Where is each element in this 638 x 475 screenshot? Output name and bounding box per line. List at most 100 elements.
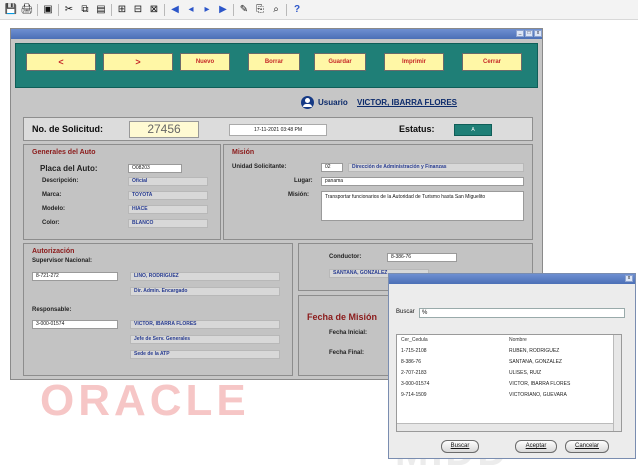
- place-field[interactable]: panama: [321, 177, 524, 186]
- oracle-watermark: ORACLE: [40, 376, 250, 425]
- attachment-icon[interactable]: ⎘: [253, 3, 267, 17]
- new-button[interactable]: Nuevo: [180, 53, 230, 71]
- dialog-titlebar: x: [389, 274, 635, 284]
- row-cedula: 8-386-76: [401, 359, 422, 365]
- dialog-search-label: Buscar: [396, 309, 415, 315]
- next-button[interactable]: >: [103, 53, 173, 71]
- close-icon[interactable]: x: [534, 30, 542, 37]
- remove-record-icon[interactable]: ⊟: [131, 3, 145, 17]
- row-nombre: RUBEN, RODRIGUEZ: [509, 348, 560, 354]
- model-value: HIACE: [128, 205, 208, 214]
- dialog-search-input[interactable]: %: [419, 308, 625, 318]
- clear-record-icon[interactable]: ⊠: [147, 3, 161, 17]
- color-value: BLANCO: [128, 219, 208, 228]
- row-cedula: 9-714-1509: [401, 392, 427, 398]
- unit-name-value: Dirección de Administración y Finanzas: [348, 163, 524, 172]
- model-label: Modelo:: [42, 206, 65, 212]
- vehicle-panel: Generales del Auto Placa del Auto: O0820…: [23, 144, 221, 240]
- toolbar-separator: [37, 4, 38, 16]
- save-icon[interactable]: 💾: [4, 3, 18, 17]
- end-date-label: Fecha Final:: [329, 350, 365, 356]
- place-label: Lugar:: [294, 178, 313, 184]
- color-label: Color:: [42, 220, 60, 226]
- close-button[interactable]: Cerrar: [462, 53, 522, 71]
- supervisor-label: Supervisor Nacional:: [32, 258, 93, 264]
- paste-icon[interactable]: ▤: [94, 3, 108, 17]
- request-header: No. de Solicitud: 27456 17-11-2021 03:48…: [23, 117, 533, 141]
- responsible-site-value: Sede de la ATP: [130, 350, 280, 359]
- request-datetime-field[interactable]: 17-11-2021 03:48 PM: [229, 124, 327, 136]
- plate-label: Placa del Auto:: [40, 164, 98, 173]
- responsible-id-field[interactable]: 3-000-01574: [32, 320, 118, 329]
- window-titlebar: _ □ x: [11, 29, 542, 39]
- description-label: Descripción:: [42, 178, 79, 184]
- responsible-label: Responsable:: [32, 307, 72, 313]
- maximize-icon[interactable]: □: [525, 30, 533, 37]
- authorization-panel: Autorización Supervisor Nacional: 8-721-…: [23, 243, 293, 376]
- print-icon[interactable]: 🖨: [20, 3, 34, 17]
- toolbar-separator: [164, 4, 165, 16]
- delete-button[interactable]: Borrar: [248, 53, 300, 71]
- column-header-cedula: Cer_Cedula: [401, 337, 428, 343]
- dialog-find-button[interactable]: Buscar: [441, 440, 479, 453]
- mission-dates-title: Fecha de Misión: [307, 312, 378, 322]
- dialog-results-table: Cer_Cedula Nombre 1-715-2108 RUBEN, RODR…: [396, 334, 622, 432]
- driver-id-field[interactable]: 8-386-76: [387, 253, 457, 262]
- responsible-role-value: Jefe de Serv. Generales: [130, 335, 280, 344]
- help-icon[interactable]: ?: [290, 3, 304, 17]
- save-button[interactable]: Guardar: [314, 53, 366, 71]
- description-value: Oficial: [128, 177, 208, 186]
- query-icon[interactable]: ⌕: [269, 3, 283, 17]
- status-label: Estatus:: [399, 124, 435, 134]
- row-cedula: 2-707-2183: [401, 370, 427, 376]
- navigation-bar: < > Nuevo Borrar Guardar Imprimir Cerrar: [15, 43, 538, 88]
- mission-panel: Misión Unidad Solicitante: 02 Dirección …: [223, 144, 533, 240]
- row-cedula: 3-000-01574: [401, 381, 430, 387]
- unit-code-field[interactable]: 02: [321, 163, 343, 172]
- toolbar-separator: [233, 4, 234, 16]
- status-field[interactable]: A: [454, 124, 492, 136]
- mission-textarea[interactable]: Transportar funcionarios de la Autoridad…: [321, 191, 524, 221]
- driver-label: Conductor:: [329, 254, 362, 260]
- plate-field[interactable]: O08203: [128, 164, 182, 173]
- previous-button[interactable]: <: [26, 53, 96, 71]
- dialog-accept-button[interactable]: Aceptar: [515, 440, 557, 453]
- mission-label: Misión:: [288, 192, 309, 198]
- brand-label: Marca:: [42, 192, 62, 198]
- toolbar: 💾 🖨 ▣ ✂ ⧉ ▤ ⊞ ⊟ ⊠ ◀ ◂ ▸ ▶ ✎ ⎘ ⌕ ?: [0, 0, 638, 20]
- print-button[interactable]: Imprimir: [384, 53, 444, 71]
- horizontal-scrollbar[interactable]: [397, 423, 613, 431]
- row-cedula: 1-715-2108: [401, 348, 427, 354]
- row-nombre: VICTOR, IBARRA FLORES: [509, 381, 571, 387]
- edit-icon[interactable]: ✎: [237, 3, 251, 17]
- row-nombre: VICTORIANO, GUEVARA: [509, 392, 567, 398]
- supervisor-role-value: Dir. Admin. Encargado: [130, 287, 280, 296]
- start-date-label: Fecha Inicial:: [329, 330, 368, 336]
- toolbar-separator: [111, 4, 112, 16]
- dialog-cancel-button[interactable]: Cancelar: [565, 440, 609, 453]
- copy-icon[interactable]: ⧉: [78, 3, 92, 17]
- previous-record-icon[interactable]: ◂: [184, 3, 198, 17]
- list-of-values-dialog: x Buscar % Cer_Cedula Nombre 1-715-2108 …: [388, 273, 636, 459]
- enter-query-icon[interactable]: ▣: [41, 3, 55, 17]
- request-number-field[interactable]: 27456: [129, 121, 199, 138]
- dialog-close-icon[interactable]: x: [625, 275, 633, 282]
- unit-label: Unidad Solicitante:: [232, 164, 287, 170]
- insert-record-icon[interactable]: ⊞: [115, 3, 129, 17]
- row-nombre: SANTANA, GONZALEZ: [509, 359, 562, 365]
- brand-value: TOYOTA: [128, 191, 208, 200]
- next-record-icon[interactable]: ▸: [200, 3, 214, 17]
- supervisor-id-field[interactable]: 8-721-272: [32, 272, 118, 281]
- last-record-icon[interactable]: ▶: [216, 3, 230, 17]
- toolbar-separator: [286, 4, 287, 16]
- mission-section-title: Misión: [232, 149, 255, 156]
- responsible-name-value: VICTOR, IBARRA FLORES: [130, 320, 280, 329]
- vertical-scrollbar[interactable]: [613, 335, 621, 431]
- minimize-icon[interactable]: _: [516, 30, 524, 37]
- request-number-label: No. de Solicitud:: [32, 124, 103, 134]
- row-nombre: ULISES, RUIZ: [509, 370, 542, 376]
- user-icon: [301, 96, 314, 109]
- cut-icon[interactable]: ✂: [62, 3, 76, 17]
- first-record-icon[interactable]: ◀: [168, 3, 182, 17]
- authorization-section-title: Autorización: [32, 248, 75, 255]
